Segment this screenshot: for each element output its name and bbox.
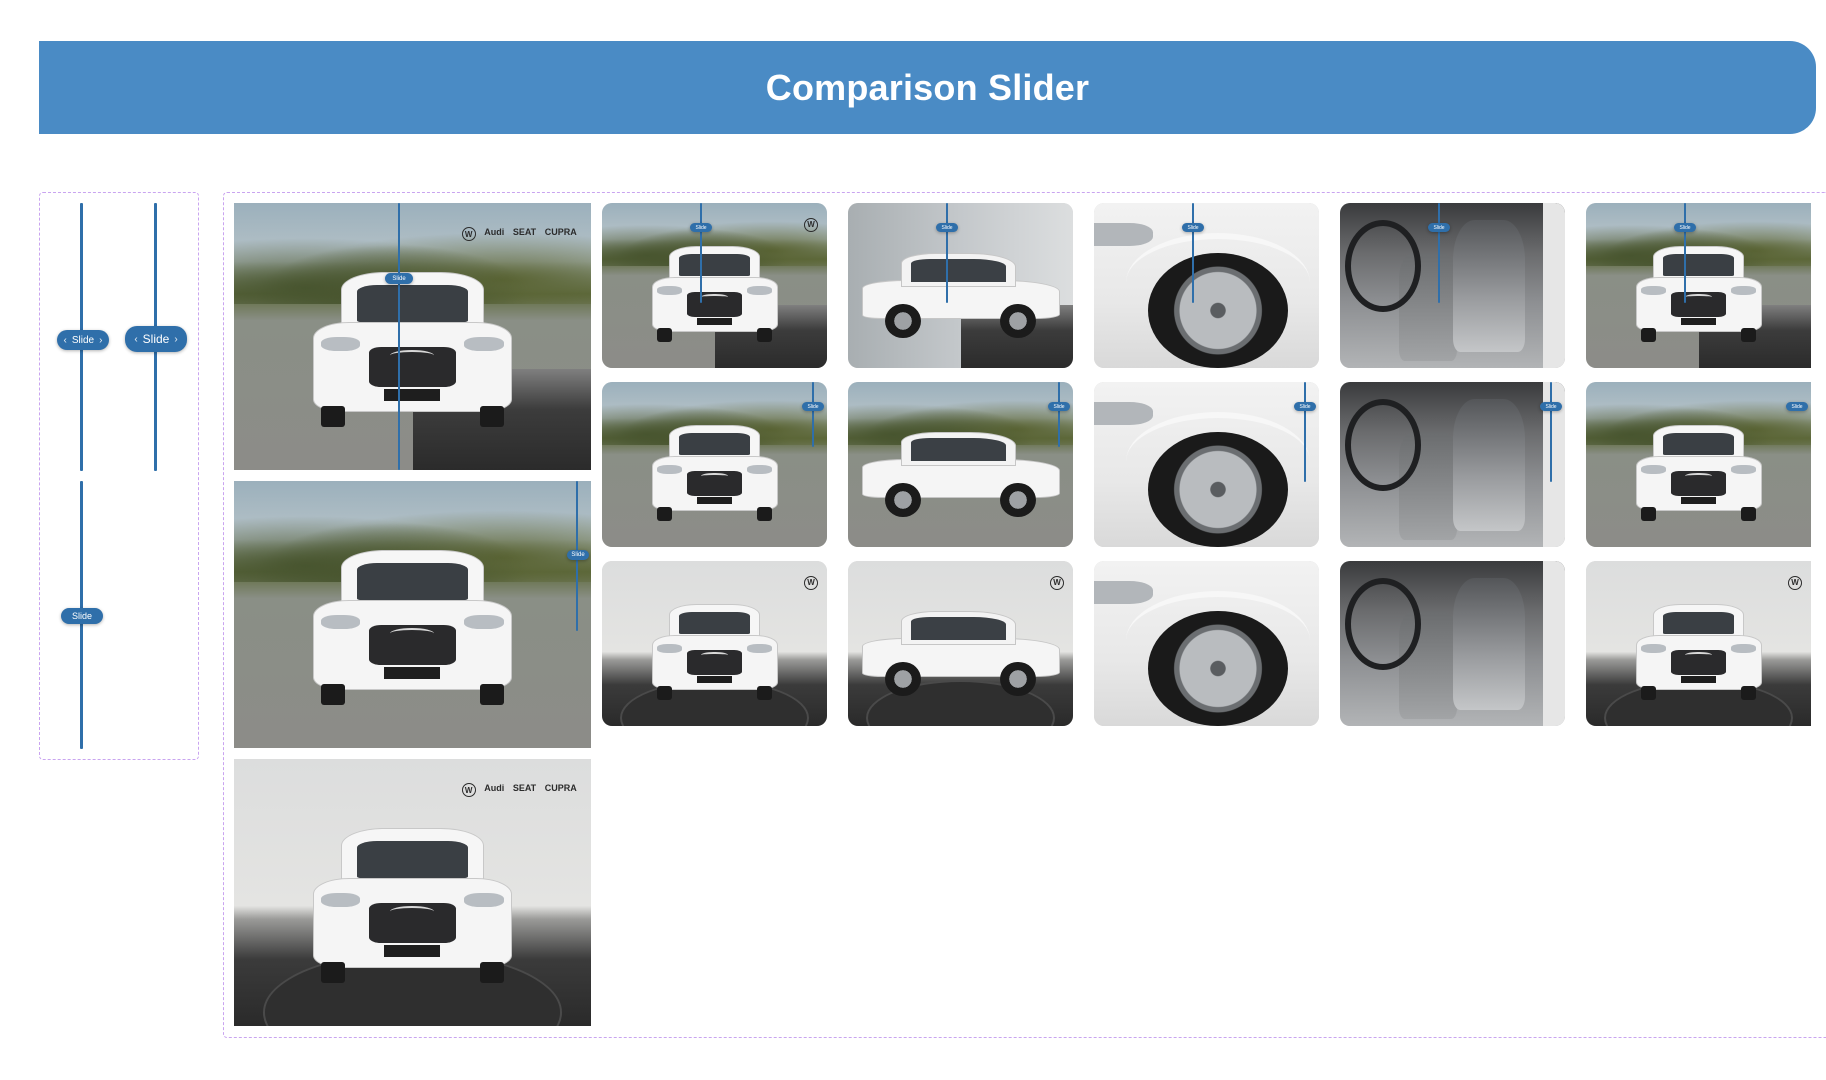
car-image [312,828,513,984]
wheel-image [1148,252,1288,368]
vw-logo-icon: W [461,227,476,242]
comparison-image[interactable]: Slide [1340,203,1565,368]
slider-handle-label: Slide [695,224,707,231]
comparison-image[interactable]: Slide [602,382,827,547]
audi-logo: Audi [484,227,505,238]
slider-handle[interactable]: ‹ Slide › [57,330,109,350]
car-image [861,252,1060,339]
slider-divider[interactable] [946,203,948,303]
comparison-image[interactable]: W [848,561,1073,726]
audi-logo: Audi [484,783,505,794]
comparison-image[interactable]: Slide [1340,382,1565,547]
slider-handle[interactable]: Slide [802,402,824,411]
comparison-image[interactable]: Slide [1094,382,1319,547]
seat-logo: SEAT [512,227,537,238]
slider-handle-label: Slide [1679,224,1691,231]
page: Comparison Slider ‹ Slide › ‹ Slide › Sl… [0,0,1826,1080]
comparison-image[interactable]: W Audi SEAT CUPRA Slide [234,203,591,470]
seat-logo: SEAT [512,783,537,794]
slider-handle[interactable]: Slide [1540,402,1562,411]
vw-logo-icon: W [804,575,818,590]
brand-logos: W [728,217,818,232]
brand-logos: W [728,575,818,590]
slider-handle[interactable]: Slide [690,223,712,232]
slider-divider[interactable] [1550,382,1552,482]
slider-handle[interactable]: Slide [385,273,413,284]
slider-handle-label: Slide [571,552,585,558]
slider-handle-label: Slide [392,275,406,282]
slider-handle[interactable]: Slide [1674,223,1696,232]
slider-divider[interactable] [1058,382,1060,447]
slider-handle-label: Slide [1433,224,1445,231]
comparison-image[interactable]: Slide [848,203,1073,368]
slider-handle-label: Slide [941,224,953,231]
cupra-logo: CUPRA [544,227,577,238]
slider-handle[interactable]: Slide [567,550,589,560]
slider-handle-label: Slide [1187,224,1199,231]
car-image [651,603,778,700]
comparison-image[interactable]: Slide [848,382,1073,547]
slider-handle[interactable]: Slide [1048,402,1070,411]
slider-handle[interactable]: Slide [1294,402,1316,411]
vw-logo-icon: W [804,217,818,232]
comparison-image[interactable]: Slide [1586,203,1811,368]
comparison-image[interactable]: W Audi SEAT CUPRA [234,759,591,1026]
comparison-image[interactable] [1094,561,1319,726]
car-image [651,245,778,342]
brand-logos: W [974,575,1064,590]
comparison-image[interactable]: Slide [1586,382,1811,547]
vw-logo-icon: W [461,783,476,798]
slider-handle[interactable]: Slide [1428,223,1450,232]
slider-handle[interactable]: Slide [61,608,103,624]
slider-components-panel: ‹ Slide › ‹ Slide › Slide [39,192,199,760]
slider-handle[interactable]: Slide [936,223,958,232]
comparison-image[interactable]: Slide [234,481,591,748]
header-bar: Comparison Slider [39,41,1816,134]
comparison-image[interactable]: W [1586,561,1811,726]
brand-logos: W Audi SEAT CUPRA [434,783,577,798]
slider-divider[interactable] [700,203,702,303]
page-title: Comparison Slider [765,66,1090,108]
comparison-image[interactable] [1340,561,1565,726]
slider-divider[interactable] [1684,203,1686,303]
slider-handle-label: Slide [71,334,95,346]
cupra-logo: CUPRA [544,783,577,794]
slider-divider[interactable] [1438,203,1440,303]
chevron-left-icon: ‹ [63,334,67,346]
car-image [651,424,778,521]
slider-handle[interactable]: ‹ Slide › [125,326,187,352]
slider-divider[interactable] [398,203,400,470]
brand-logos: W Audi SEAT CUPRA [434,227,577,242]
slider-handle[interactable]: Slide [1786,402,1808,411]
wheel-image [1148,610,1288,726]
slider-handle-label: Slide [1053,403,1065,410]
slider-handle-label: Slide [1791,403,1803,410]
slider-divider[interactable] [812,382,814,447]
comparison-image[interactable]: W [602,561,827,726]
slider-handle-label: Slide [1299,403,1311,410]
vw-logo-icon: W [1788,575,1802,590]
slider-divider[interactable] [1304,382,1306,482]
car-image [861,610,1060,697]
car-image [861,431,1060,518]
car-image [1635,424,1762,521]
vw-logo-icon: W [1050,575,1064,590]
slider-handle[interactable]: Slide [1182,223,1204,232]
wheel-image [1148,431,1288,547]
slider-handle-label: Slide [807,403,819,410]
comparison-image[interactable]: Slide [1094,203,1319,368]
car-image [312,272,513,428]
car-image [312,550,513,706]
chevron-left-icon: ‹ [134,333,138,345]
chevron-right-icon: › [99,334,103,346]
slider-handle-label: Slide [71,611,92,621]
comparison-image[interactable]: W Slide [602,203,827,368]
car-image [1635,245,1762,342]
slider-divider[interactable] [1192,203,1194,303]
brand-logos: W [1712,575,1802,590]
slider-handle-label: Slide [1545,403,1557,410]
chevron-right-icon: › [174,333,178,345]
slider-handle-label: Slide [142,332,170,346]
car-image [1635,603,1762,700]
